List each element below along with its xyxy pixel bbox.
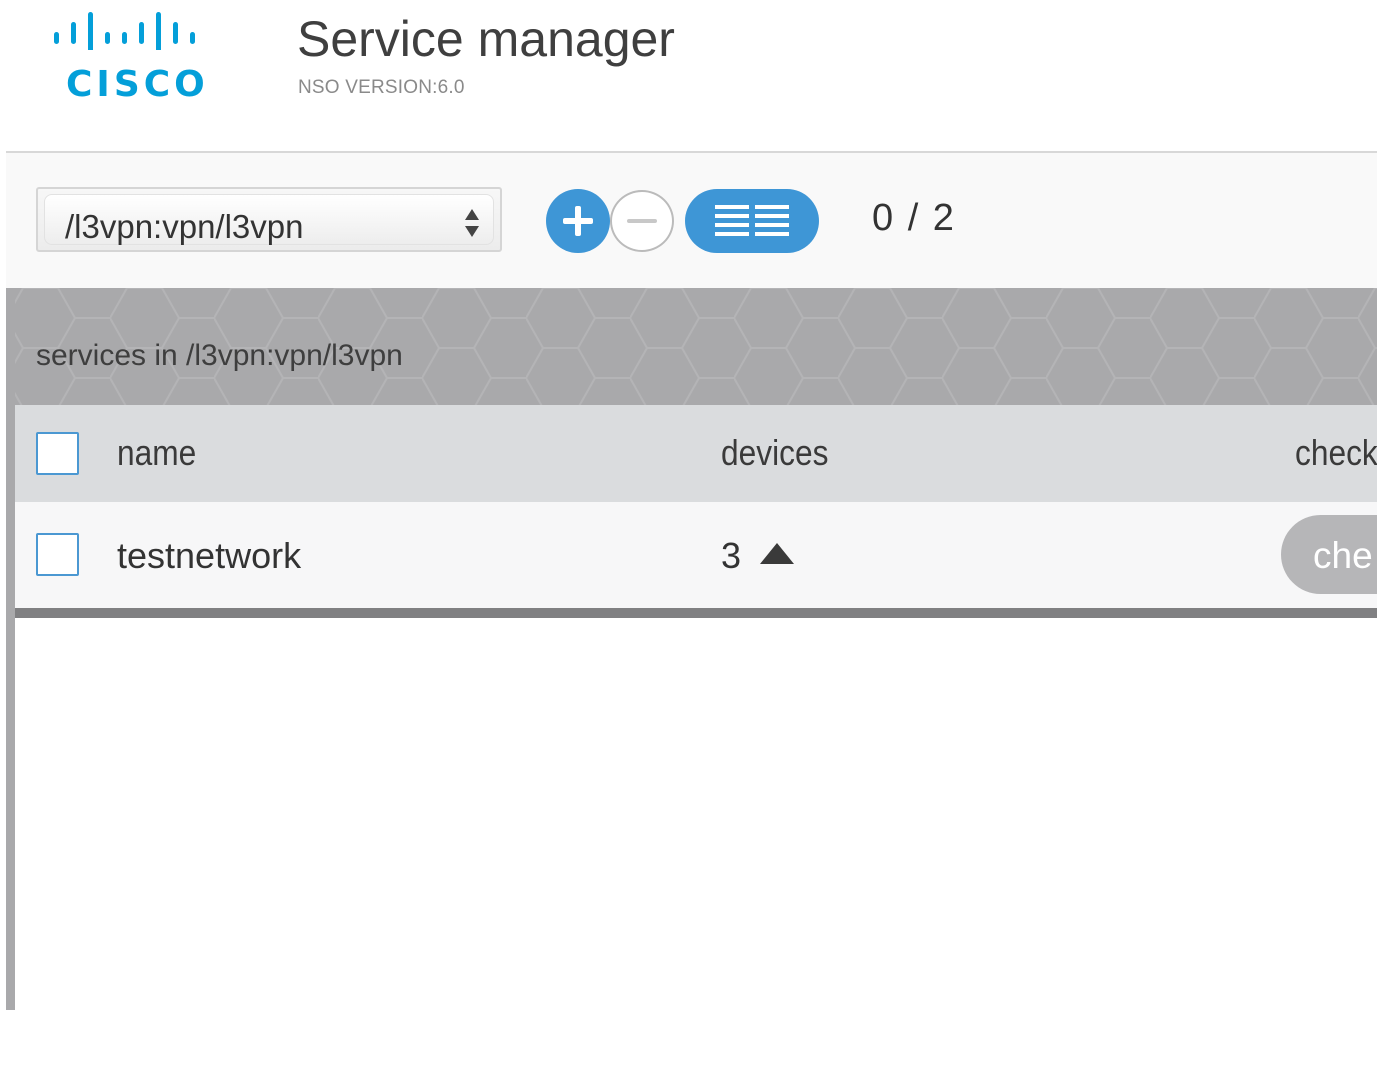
service-manager-page: CISCO Service manager NSO VERSION:6.0 /l…: [0, 0, 1377, 1070]
column-header-devices[interactable]: devices: [721, 432, 828, 474]
toolbar: /l3vpn:vpn/l3vpn 0 / 2: [6, 153, 1377, 288]
column-header-name[interactable]: name: [117, 432, 196, 474]
cisco-logo: CISCO: [52, 10, 212, 105]
column-header-check[interactable]: check: [1295, 432, 1377, 474]
panel-left-border: [6, 288, 15, 1010]
version-label: NSO VERSION:6.0: [298, 77, 465, 98]
service-path-select-value: /l3vpn:vpn/l3vpn: [65, 208, 304, 245]
select-all-checkbox[interactable]: [36, 432, 79, 475]
table-bottom-border: [15, 608, 1377, 618]
cisco-bars-icon: [54, 12, 195, 50]
cisco-logo-text: CISCO: [66, 64, 209, 105]
check-sync-button-label: che: [1313, 535, 1373, 576]
services-panel-header: services in /l3vpn:vpn/l3vpn: [6, 288, 1377, 405]
table-header-row: name devices check: [15, 405, 1377, 502]
devices-count-cell: 3: [721, 535, 742, 576]
page-title: Service manager: [297, 11, 675, 67]
row-checkbox[interactable]: [36, 533, 79, 576]
services-panel-title: services in /l3vpn:vpn/l3vpn: [36, 339, 403, 372]
selection-counter: 0 / 2: [872, 197, 956, 239]
service-path-select[interactable]: /l3vpn:vpn/l3vpn: [36, 187, 502, 252]
check-sync-button[interactable]: che: [1281, 515, 1377, 594]
app-header: CISCO Service manager NSO VERSION:6.0: [0, 0, 1377, 150]
expand-devices-caret-icon[interactable]: [760, 543, 794, 564]
add-service-button[interactable]: [546, 189, 610, 253]
select-arrows-icon: [465, 209, 479, 237]
service-name-cell[interactable]: testnetwork: [117, 535, 301, 577]
remove-service-button[interactable]: [610, 190, 674, 252]
list-view-button[interactable]: [685, 189, 819, 253]
table-row[interactable]: testnetwork 3 che: [15, 502, 1377, 608]
list-view-icon: [715, 205, 789, 236]
